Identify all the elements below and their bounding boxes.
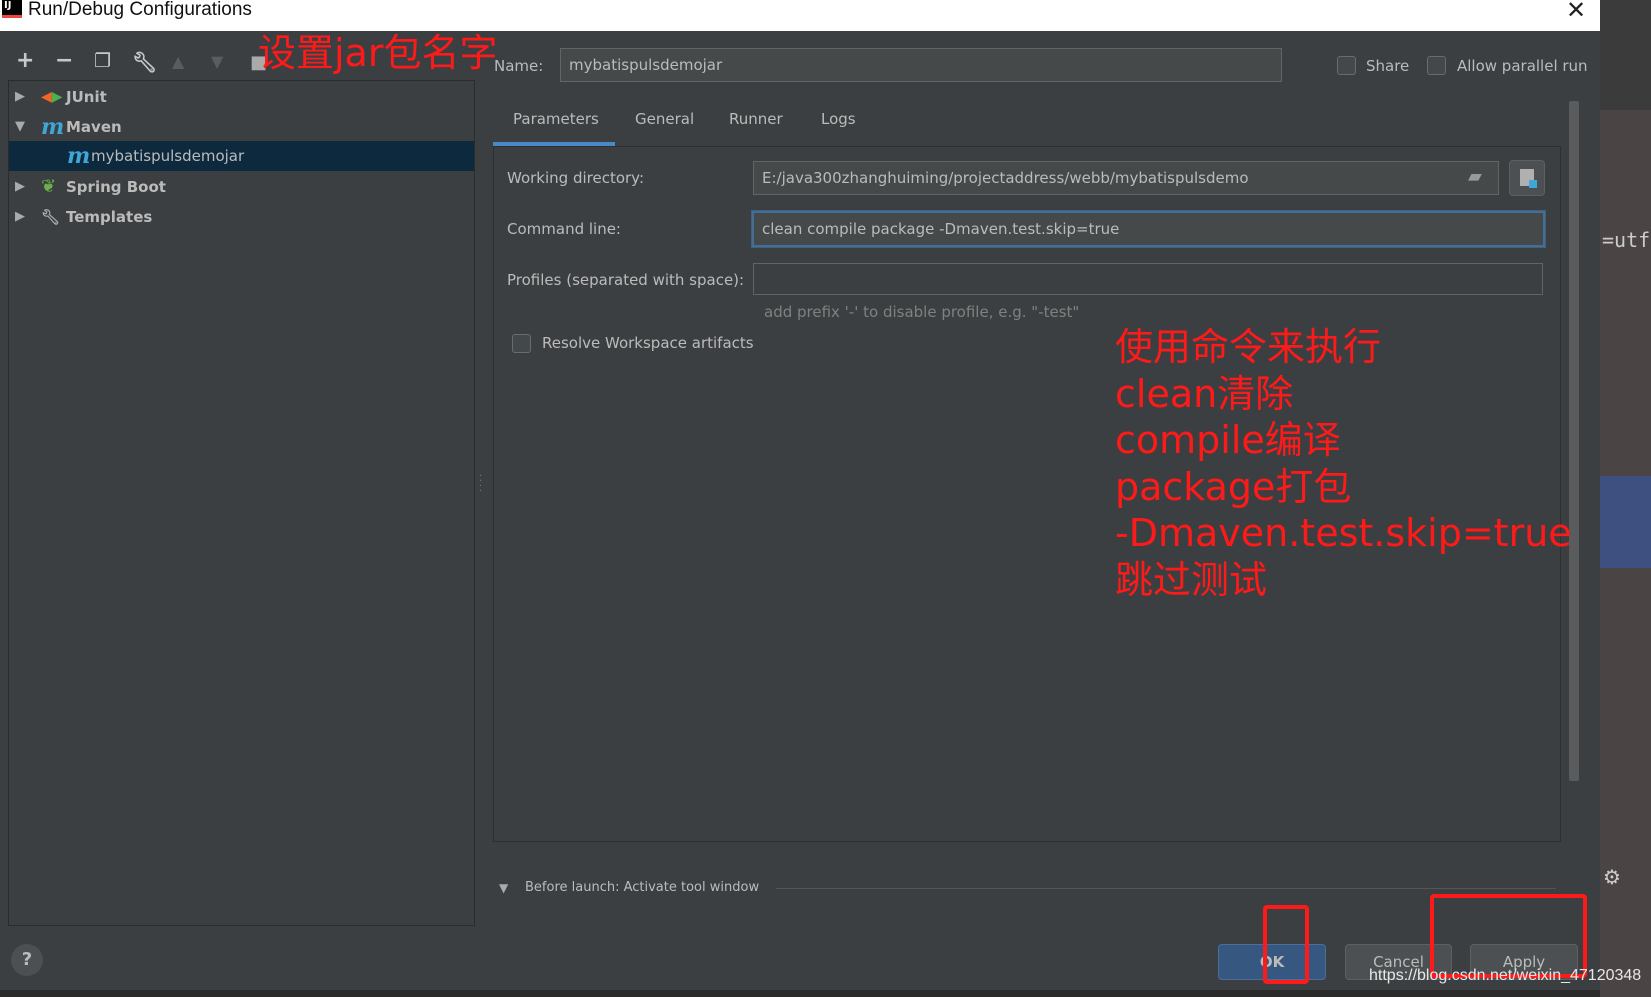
remove-icon[interactable]: − [55,48,73,73]
annotation-line: 使用命令来执行 [1115,325,1382,369]
wrench-icon: 🔧︎ [41,208,61,226]
tab-general[interactable]: General [635,110,694,128]
annotation-line: -Dmaven.test.skip=true [1115,511,1572,555]
tree-item-maven[interactable]: ▼ m Maven [9,112,474,142]
tree-item-mybatispulsdemojar[interactable]: m mybatispulsdemojar [9,141,474,171]
tree-item-junit[interactable]: ▶ ◀▶ JUnit [9,82,474,112]
before-launch-label[interactable]: Before launch: Activate tool window [525,880,759,895]
working-directory-label: Working directory: [507,169,645,187]
allow-parallel-checkbox[interactable] [1427,56,1446,75]
collapse-arrow-icon[interactable]: ▼ [15,112,25,142]
annotation-box-ok [1263,905,1309,984]
code-fragment: =utf [1602,228,1651,252]
spring-boot-icon: ❦ [41,176,57,197]
tab-parameters[interactable]: Parameters [513,110,599,128]
tab-logs[interactable]: Logs [821,110,856,128]
name-input[interactable]: mybatispulsdemojar [560,48,1282,82]
annotation-block: 使用命令来执行 clean清除 compile编译 package打包 -Dma… [1115,324,1572,603]
annotation-line: clean清除 [1115,371,1294,416]
name-label: Name: [494,57,544,75]
working-directory-input[interactable]: E:/java300zhanghuiming/projectaddress/we… [753,161,1499,195]
intellij-icon: IJ [2,0,22,18]
expand-arrow-icon[interactable]: ▶ [15,172,25,202]
share-checkbox[interactable] [1337,56,1356,75]
command-line-input[interactable]: clean compile package -Dmaven.test.skip=… [752,211,1545,247]
divider [776,888,1556,889]
background-editor: =utf ⚙ [1600,0,1651,997]
add-icon[interactable]: + [16,48,34,73]
annotation-jar-name: 设置jar包名字 [258,31,498,75]
window-title: Run/Debug Configurations [28,0,252,20]
watermark: https://blog.csdn.net/weixin_47120348 [1369,967,1642,984]
expand-arrow-icon[interactable]: ▶ [15,82,25,112]
collapse-arrow-icon[interactable]: ▼ [499,881,508,895]
copy-icon[interactable]: ❐ [94,50,111,72]
maven-icon: m [41,114,65,140]
profiles-input[interactable] [753,263,1543,295]
splitter-handle[interactable]: · · · · [479,472,482,497]
share-label[interactable]: Share [1366,57,1409,75]
annotation-line: 跳过测试 [1115,557,1268,602]
folder-open-icon[interactable]: ▰ [1468,166,1482,187]
wrench-icon[interactable]: 🔧︎ [132,50,157,74]
maven-icon: m [67,143,91,169]
resolve-workspace-checkbox[interactable] [512,334,531,353]
macros-button[interactable] [1509,160,1545,196]
move-up-icon[interactable]: ▲ [172,52,184,71]
close-icon[interactable]: ✕ [1566,0,1586,24]
help-button[interactable]: ? [11,944,43,976]
move-down-icon[interactable]: ▼ [211,52,223,71]
tab-runner[interactable]: Runner [729,110,783,128]
allow-parallel-label[interactable]: Allow parallel run [1457,57,1588,75]
tree-item-spring-boot[interactable]: ▶ ❦ Spring Boot [9,172,474,202]
annotation-line: package打包 [1115,464,1352,509]
gear-icon[interactable]: ⚙ [1603,865,1621,889]
title-bar: IJ Run/Debug Configurations ✕ [0,0,1600,31]
junit-icon: ◀▶ [41,89,63,105]
expand-arrow-icon[interactable]: ▶ [15,202,25,232]
tree-item-templates[interactable]: ▶ 🔧︎ Templates [9,202,474,232]
command-line-label: Command line: [507,220,621,238]
profiles-hint: add prefix '-' to disable profile, e.g. … [764,303,1080,321]
profiles-label: Profiles (separated with space): [507,271,745,289]
config-tree[interactable]: ▶ ◀▶ JUnit ▼ m Maven m mybatispulsdemoja… [8,80,475,926]
resolve-workspace-label[interactable]: Resolve Workspace artifacts [542,334,754,352]
annotation-box-apply [1430,894,1587,978]
annotation-line: compile编译 [1115,418,1341,462]
